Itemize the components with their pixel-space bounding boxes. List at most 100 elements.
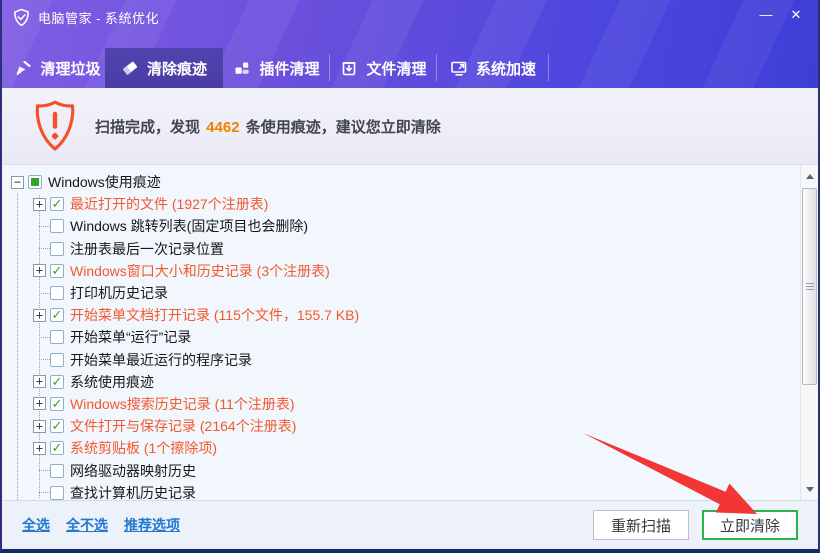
- broom-icon: [14, 59, 32, 77]
- select-all-link[interactable]: 全选: [22, 515, 50, 535]
- tree-item[interactable]: 网络驱动器映射历史: [2, 459, 800, 481]
- trace-tree: −Windows使用痕迹+✓最近打开的文件 (1927个注册表)Windows …: [2, 165, 800, 500]
- scroll-down-icon[interactable]: [802, 481, 818, 497]
- window-title: 电脑管家 - 系统优化: [38, 8, 159, 27]
- tree-item[interactable]: 开始菜单“运行”记录: [2, 326, 800, 348]
- speedup-icon: [450, 59, 468, 77]
- checkbox-checked[interactable]: ✓: [50, 197, 64, 211]
- app-logo-shield-icon: [12, 8, 31, 27]
- tab-label: 清除痕迹: [147, 58, 207, 79]
- expand-toggle-icon[interactable]: +: [33, 442, 46, 455]
- tree-item-label: 开始菜单“运行”记录: [70, 327, 191, 347]
- expand-toggle-icon[interactable]: +: [33, 375, 46, 388]
- minimize-button[interactable]: —: [754, 4, 778, 26]
- scan-result-prefix: 扫描完成，发现: [95, 119, 204, 136]
- tree-item-label: 系统剪贴板 (1个擦除项): [70, 438, 217, 458]
- expand-toggle-icon[interactable]: +: [33, 397, 46, 410]
- checkbox-unchecked[interactable]: [50, 242, 64, 256]
- recommended-options-link[interactable]: 推荐选项: [124, 515, 180, 535]
- scrollbar-grip-icon: [806, 283, 814, 291]
- vertical-scrollbar[interactable]: [800, 165, 818, 500]
- checkbox-partial[interactable]: [28, 175, 42, 189]
- scan-result-text: 扫描完成，发现 4462 条使用痕迹，建议您立即清除: [95, 116, 441, 137]
- tree-item[interactable]: 查找计算机历史记录: [2, 482, 800, 500]
- eraser-icon: [121, 59, 139, 77]
- tree-item-label: 最近打开的文件 (1927个注册表): [70, 194, 268, 214]
- tab-label: 文件清理: [366, 58, 426, 79]
- expand-toggle-icon[interactable]: +: [33, 198, 46, 211]
- app-window: 电脑管家 - 系统优化 — ✕ 清理垃圾 清除痕迹 插件清理 文件清理 系统加速 扫描完…: [0, 0, 820, 553]
- clean-now-button[interactable]: 立即清除: [702, 510, 798, 540]
- window-header: 电脑管家 - 系统优化 — ✕ 清理垃圾 清除痕迹 插件清理 文件清理 系统加速: [2, 0, 818, 88]
- tree-item-label: 打印机历史记录: [70, 283, 168, 303]
- tree-connector: [39, 337, 50, 338]
- checkbox-checked[interactable]: ✓: [50, 441, 64, 455]
- expand-toggle-icon[interactable]: +: [33, 309, 46, 322]
- tree-item[interactable]: 打印机历史记录: [2, 282, 800, 304]
- tree-item[interactable]: +✓系统使用痕迹: [2, 371, 800, 393]
- scan-result-suffix: 条使用痕迹，建议您立即清除: [242, 119, 441, 136]
- checkbox-checked[interactable]: ✓: [50, 308, 64, 322]
- checkbox-checked[interactable]: ✓: [50, 264, 64, 278]
- tree-item[interactable]: +✓Windows窗口大小和历史记录 (3个注册表): [2, 260, 800, 282]
- tree-connector: [39, 359, 50, 360]
- trace-tree-panel: −Windows使用痕迹+✓最近打开的文件 (1927个注册表)Windows …: [2, 165, 818, 500]
- tab-bar: 清理垃圾 清除痕迹 插件清理 文件清理 系统加速: [2, 48, 818, 88]
- tree-item[interactable]: 注册表最后一次记录位置: [2, 238, 800, 260]
- scrollbar-thumb[interactable]: [802, 188, 817, 385]
- tree-item[interactable]: + ✓ 系统剪贴板 (1个擦除项): [2, 437, 800, 459]
- tree-item-label: Windows使用痕迹: [48, 172, 161, 192]
- tree-item[interactable]: Windows 跳转列表(固定项目也会删除): [2, 215, 800, 237]
- checkbox-unchecked[interactable]: [50, 486, 64, 500]
- titlebar: 电脑管家 - 系统优化 — ✕: [2, 0, 818, 34]
- alert-shield-icon: [32, 98, 78, 154]
- tree-item-label: 文件打开与保存记录 (2164个注册表): [70, 416, 296, 436]
- tab-clean-trash[interactable]: 清理垃圾: [10, 48, 105, 88]
- collapse-toggle-icon[interactable]: −: [11, 176, 24, 189]
- expand-toggle-icon[interactable]: +: [33, 264, 46, 277]
- tree-item[interactable]: + ✓ 开始菜单文档打开记录 (115个文件，155.7 KB): [2, 304, 800, 326]
- tree-item-label: 查找计算机历史记录: [70, 483, 196, 500]
- tab-file-clean[interactable]: 文件清理: [330, 48, 437, 88]
- tree-item-label: Windows 跳转列表(固定项目也会删除): [70, 216, 308, 236]
- expand-toggle-icon[interactable]: +: [33, 420, 46, 433]
- scroll-up-icon[interactable]: [802, 168, 818, 184]
- tree-connector: [39, 248, 50, 249]
- checkbox-unchecked[interactable]: [50, 330, 64, 344]
- tree-item-label: 注册表最后一次记录位置: [70, 239, 224, 259]
- window-controls: — ✕: [754, 4, 808, 26]
- tab-label: 系统加速: [476, 58, 536, 79]
- tree-item[interactable]: − Windows使用痕迹: [2, 171, 800, 193]
- tree-connector: [39, 293, 50, 294]
- tree-connector: [39, 470, 50, 471]
- tab-system-speedup[interactable]: 系统加速: [437, 48, 549, 88]
- tab-label: 插件清理: [259, 58, 319, 79]
- trace-count: 4462: [204, 119, 241, 136]
- tree-item-label: 开始菜单文档打开记录 (115个文件，155.7 KB): [70, 305, 359, 325]
- tab-plugin-clean[interactable]: 插件清理: [223, 48, 330, 88]
- checkbox-checked[interactable]: ✓: [50, 419, 64, 433]
- tree-item[interactable]: + ✓ 最近打开的文件 (1927个注册表): [2, 193, 800, 215]
- checkbox-checked[interactable]: ✓: [50, 397, 64, 411]
- tree-connector: [39, 226, 50, 227]
- tree-item-label: Windows搜索历史记录 (11个注册表): [70, 394, 295, 414]
- checkbox-unchecked[interactable]: [50, 464, 64, 478]
- checkbox-checked[interactable]: ✓: [50, 375, 64, 389]
- select-none-link[interactable]: 全不选: [66, 515, 108, 535]
- plugin-icon: [233, 59, 251, 77]
- tree-connector: [39, 492, 50, 493]
- checkbox-unchecked[interactable]: [50, 219, 64, 233]
- tab-label: 清理垃圾: [40, 58, 100, 79]
- tree-item[interactable]: + ✓ 文件打开与保存记录 (2164个注册表): [2, 415, 800, 437]
- scan-result-banner: 扫描完成，发现 4462 条使用痕迹，建议您立即清除: [2, 88, 818, 165]
- tab-clear-traces[interactable]: 清除痕迹: [105, 48, 223, 88]
- tree-item-label: 网络驱动器映射历史: [70, 461, 196, 481]
- rescan-button[interactable]: 重新扫描: [593, 510, 689, 540]
- checkbox-unchecked[interactable]: [50, 286, 64, 300]
- tree-item[interactable]: 开始菜单最近运行的程序记录: [2, 349, 800, 371]
- checkbox-unchecked[interactable]: [50, 353, 64, 367]
- partial-check-icon: [31, 178, 39, 186]
- close-button[interactable]: ✕: [784, 4, 808, 26]
- file-clean-icon: [340, 59, 358, 77]
- tree-item[interactable]: + ✓ Windows搜索历史记录 (11个注册表): [2, 393, 800, 415]
